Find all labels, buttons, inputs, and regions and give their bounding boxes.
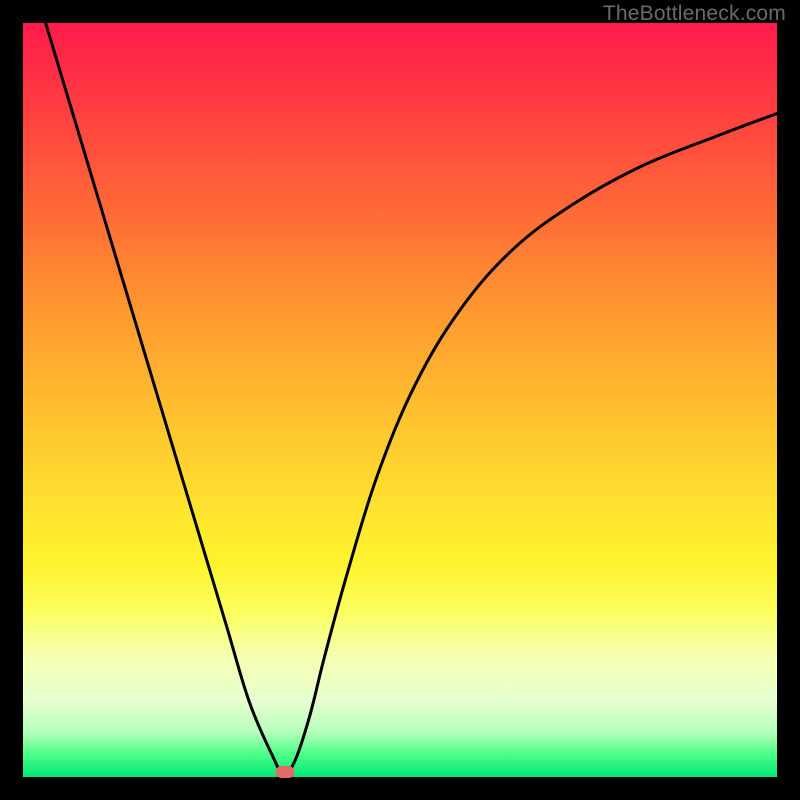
curve-path [46, 23, 777, 774]
watermark-text: TheBottleneck.com [603, 2, 786, 26]
optimum-marker [276, 766, 295, 778]
plot-area [23, 23, 777, 777]
bottleneck-curve [23, 23, 777, 777]
